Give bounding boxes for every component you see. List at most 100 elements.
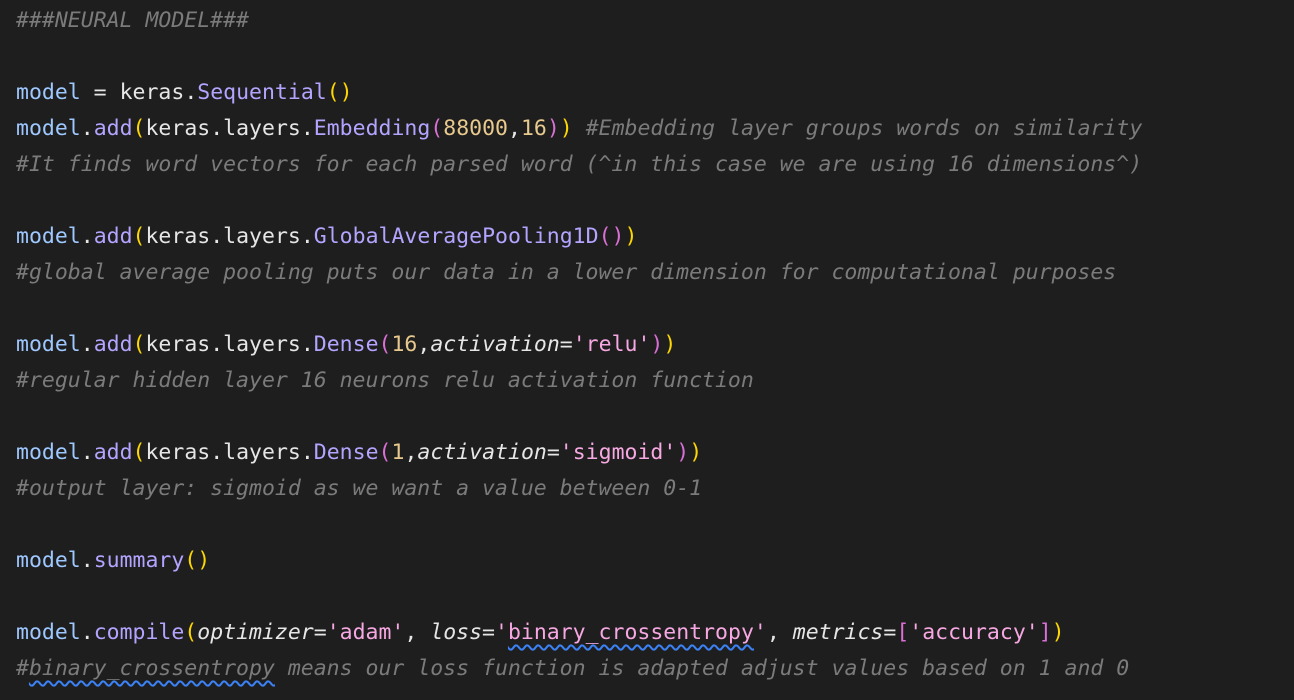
code-line[interactable]: ​ (16, 183, 1142, 219)
spellcheck-flagged-word: binary_crossentropy (28, 656, 275, 681)
code-text: , (404, 620, 431, 645)
code-comment: means our loss function is adapted adjus… (274, 656, 1130, 681)
code-parameter: activation (417, 440, 547, 465)
code-text: = (482, 620, 495, 645)
code-variable: model (16, 80, 81, 105)
code-line[interactable]: ###NEURAL MODEL### (16, 3, 1142, 39)
code-comment: #Embedding layer groups words on similar… (585, 116, 1143, 141)
code-line[interactable]: model.add(keras.layers.Dense(16,activati… (16, 327, 1142, 363)
code-line[interactable]: model.summary() (16, 543, 1142, 579)
code-comment: #global average pooling puts our data in… (16, 260, 1117, 285)
code-line[interactable]: model.add(keras.layers.GlobalAveragePool… (16, 219, 1142, 255)
code-text: , (507, 116, 521, 141)
code-bracket: ) (676, 440, 690, 465)
code-number: 88000 (443, 116, 508, 141)
code-bracket: ] (1038, 620, 1052, 645)
code-parameter: optimizer (197, 620, 314, 645)
code-function: GlobalAveragePooling1D (313, 224, 599, 249)
code-text: . (210, 224, 224, 249)
code-variable: model (16, 332, 81, 357)
code-function: add (93, 332, 133, 357)
code-text: . (184, 80, 198, 105)
code-line[interactable]: ​ (16, 291, 1142, 327)
code-bracket: ( (132, 116, 146, 141)
code-text: , (417, 332, 431, 357)
code-text: keras (145, 116, 211, 141)
code-text: = (546, 440, 560, 465)
code-text: . (80, 332, 94, 357)
code-line[interactable]: model.add(keras.layers.Dense(1,activatio… (16, 435, 1142, 471)
code-bracket: ) (1051, 620, 1065, 645)
code-parameter: activation (430, 332, 560, 357)
code-line[interactable]: model.compile(optimizer='adam', loss='bi… (16, 615, 1142, 651)
code-editor[interactable]: ###NEURAL MODEL###​model = keras.Sequent… (16, 3, 1142, 687)
code-text: keras (145, 224, 211, 249)
code-bracket: ( (378, 332, 392, 357)
code-line[interactable]: #It finds word vectors for each parsed w… (16, 147, 1142, 183)
code-text: = (559, 332, 573, 357)
code-text: . (210, 116, 224, 141)
code-line[interactable]: #global average pooling puts our data in… (16, 255, 1142, 291)
code-bracket: ) (663, 332, 677, 357)
code-variable: model (16, 116, 81, 141)
code-text: = (883, 620, 897, 645)
code-bracket: ( (184, 620, 198, 645)
code-text: layers (223, 116, 301, 141)
code-line[interactable]: ​ (16, 507, 1142, 543)
code-bracket: ) (689, 440, 703, 465)
code-function: Dense (313, 332, 379, 357)
code-bracket: ) (624, 224, 638, 249)
code-number: 16 (391, 332, 418, 357)
code-line[interactable]: #regular hidden layer 16 neurons relu ac… (16, 363, 1142, 399)
code-line[interactable]: model = keras.Sequential() (16, 75, 1142, 111)
code-text: , (766, 620, 793, 645)
code-variable: model (16, 620, 81, 645)
code-variable: model (16, 548, 81, 573)
code-text: . (300, 224, 314, 249)
code-text: keras (145, 332, 211, 357)
code-bracket: () (598, 224, 625, 249)
code-comment: # (16, 656, 29, 681)
code-function: Sequential (197, 80, 327, 105)
code-number: 1 (391, 440, 405, 465)
code-string: 'adam' (326, 620, 405, 645)
code-line[interactable]: ​ (16, 39, 1142, 75)
code-function: add (93, 116, 133, 141)
code-text: . (80, 224, 94, 249)
spellcheck-flagged-word: binary_crossentropy (507, 620, 754, 645)
code-text: . (80, 620, 94, 645)
code-text: layers (223, 332, 301, 357)
code-string: 'sigmoid' (559, 440, 677, 465)
code-string: ' (495, 620, 508, 645)
code-text: keras (145, 440, 211, 465)
code-variable: model (16, 224, 81, 249)
code-text: . (300, 332, 314, 357)
code-string: 'relu' (572, 332, 651, 357)
code-bracket: ( (378, 440, 392, 465)
code-function: Dense (313, 440, 379, 465)
code-text: . (80, 548, 94, 573)
code-parameter: metrics (792, 620, 884, 645)
code-bracket: ) (546, 116, 560, 141)
code-string: ' (753, 620, 767, 645)
code-text: layers (223, 440, 301, 465)
code-line[interactable]: #binary_crossentropy means our loss func… (16, 651, 1142, 687)
code-line[interactable]: ​ (16, 579, 1142, 615)
code-line[interactable]: #output layer: sigmoid as we want a valu… (16, 471, 1142, 507)
code-comment: ###NEURAL MODEL### (16, 8, 249, 33)
code-line[interactable]: model.add(keras.layers.Embedding(88000,1… (16, 111, 1142, 147)
code-number: 16 (520, 116, 547, 141)
code-function: add (93, 440, 133, 465)
code-function: Embedding (313, 116, 431, 141)
code-parameter: loss (430, 620, 483, 645)
code-bracket: ( (430, 116, 444, 141)
code-comment: #output layer: sigmoid as we want a valu… (16, 476, 703, 501)
code-bracket: () (184, 548, 211, 573)
code-function: add (93, 224, 133, 249)
code-line[interactable]: ​ (16, 399, 1142, 435)
code-text: . (80, 440, 94, 465)
code-text: , (404, 440, 418, 465)
code-bracket: [ (896, 620, 910, 645)
code-bracket: ) (650, 332, 664, 357)
